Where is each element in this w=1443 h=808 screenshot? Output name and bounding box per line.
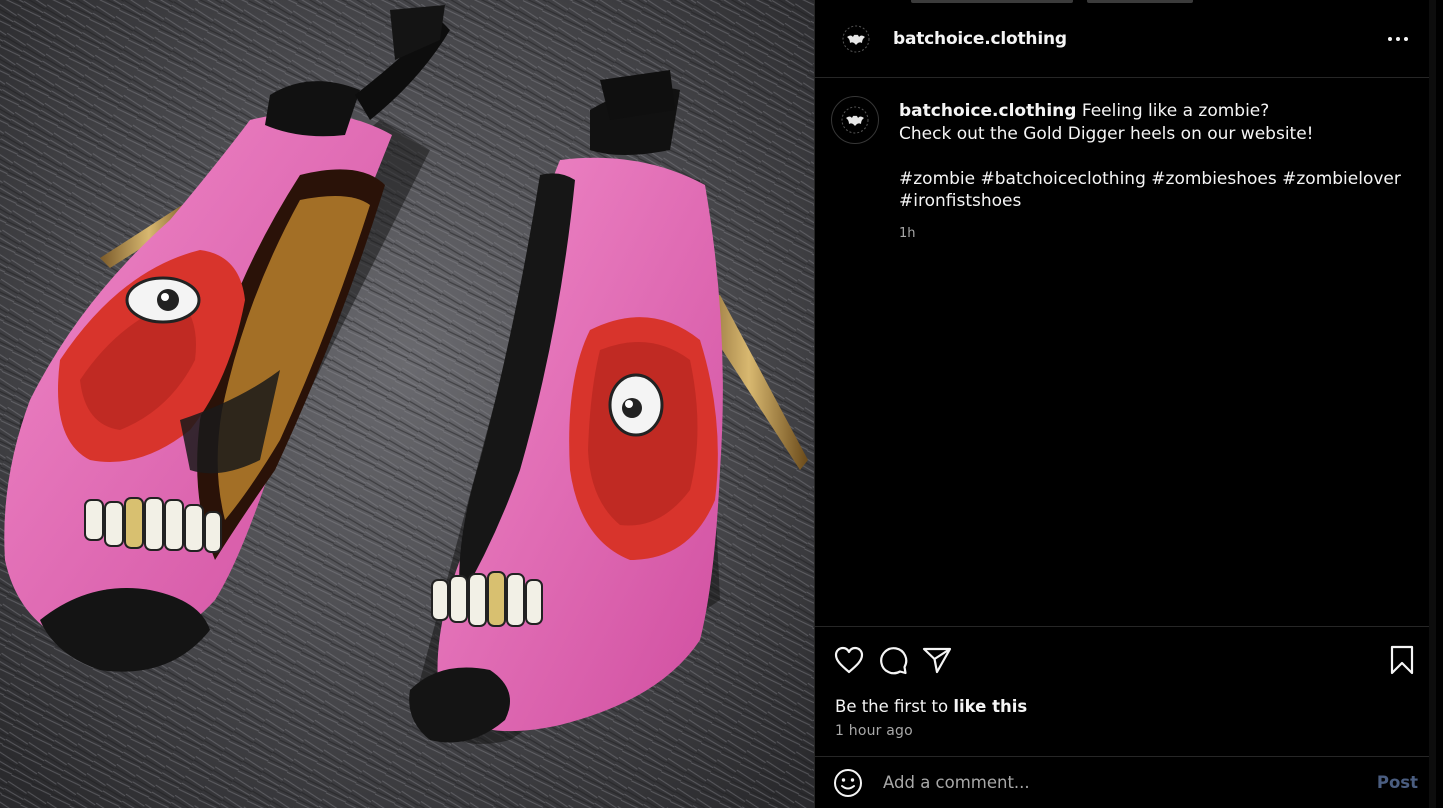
post-header: batchoice.clothing (815, 0, 1436, 78)
post-viewer: batchoice.clothing batchoice.clothing Fe… (0, 0, 1443, 808)
caption: batchoice.clothing Feeling like a zombie… (831, 96, 1412, 245)
caption-text: Feeling like a zombie? (1081, 101, 1270, 121)
caption-hashtags[interactable]: #zombie #batchoiceclothing #zombieshoes … (899, 168, 1401, 191)
caption-hashtags[interactable]: #ironfistshoes (899, 190, 1401, 213)
header-username[interactable]: batchoice.clothing (893, 29, 1067, 49)
caption-body: batchoice.clothing Feeling like a zombie… (899, 100, 1401, 245)
actions-area: Be the first to like this 1 hour ago (815, 626, 1436, 739)
bat-logo-icon (842, 25, 870, 52)
scrollbar-track[interactable] (1429, 0, 1436, 808)
like-button[interactable] (833, 644, 865, 676)
comment-bar: Post (815, 756, 1436, 808)
like-this-link[interactable]: like this (953, 697, 1027, 716)
likes-text: Be the first to like this (835, 697, 1027, 716)
caption-text: Check out the Gold Digger heels on our w… (899, 123, 1314, 144)
zombie-heels-photo (0, 0, 814, 808)
post-image[interactable] (0, 0, 814, 808)
save-button[interactable] (1386, 644, 1418, 676)
comment-bubble-icon (880, 647, 908, 675)
heart-icon (834, 646, 864, 674)
post-details-panel: batchoice.clothing batchoice.clothing Fe… (814, 0, 1436, 808)
paper-plane-icon (922, 647, 952, 674)
caption-username[interactable]: batchoice.clothing (899, 101, 1076, 121)
action-bar (815, 627, 1436, 693)
caption-avatar[interactable] (831, 96, 879, 144)
bat-logo-icon (841, 106, 869, 134)
bookmark-icon (1390, 645, 1414, 675)
emoji-button[interactable] (833, 768, 863, 798)
likes-prefix: Be the first to (835, 697, 954, 716)
caption-line: batchoice.clothing Feeling like a zombie… (899, 100, 1401, 123)
comment-input[interactable] (883, 773, 1367, 792)
avatar[interactable] (837, 19, 875, 58)
post-comment-button[interactable]: Post (1377, 773, 1418, 792)
share-button[interactable] (921, 644, 953, 676)
post-timestamp: 1 hour ago (835, 723, 913, 739)
comment-button[interactable] (877, 644, 909, 676)
more-options-icon[interactable] (1384, 29, 1412, 49)
caption-timestamp[interactable]: 1h (899, 223, 1401, 246)
smiley-icon (834, 768, 862, 797)
